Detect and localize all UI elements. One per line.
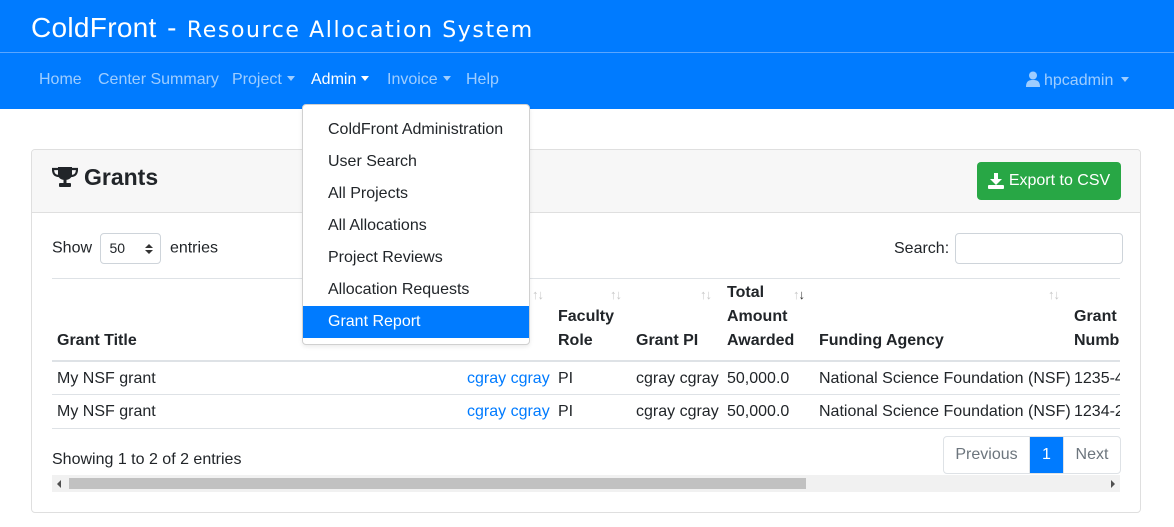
cell-grant-number: 1234-2 bbox=[1074, 403, 1120, 420]
export-csv-button[interactable]: Export to CSV bbox=[977, 162, 1121, 200]
col-header-grant-number[interactable]: Grant Numb bbox=[1074, 305, 1119, 353]
chevron-down-icon bbox=[442, 76, 451, 81]
select-arrows-icon bbox=[145, 244, 154, 254]
cell-pi-link[interactable]: cgray cgray bbox=[467, 370, 550, 388]
col-header-faculty-role-line1: Faculty bbox=[558, 308, 615, 325]
nav-user-menu[interactable]: hpcadmin bbox=[1026, 71, 1130, 90]
menu-item-all-allocations[interactable]: All Allocations bbox=[303, 210, 529, 242]
col-header-grant-number-line2: Numb bbox=[1074, 332, 1120, 349]
col-header-funding-agency[interactable]: Funding Agency bbox=[819, 329, 944, 353]
menu-item-user-search[interactable]: User Search bbox=[303, 146, 529, 178]
nav-home[interactable]: Home bbox=[39, 71, 82, 89]
nav-project[interactable]: Project bbox=[232, 71, 295, 89]
grants-table: Grant Title ↑↓ PI ↑↓ Faculty Role ↑↓ Gra… bbox=[52, 279, 1120, 429]
col-header-total-amount[interactable]: Total Amount Awarded bbox=[727, 281, 794, 353]
previous-page-button[interactable]: Previous bbox=[944, 437, 1030, 473]
cell-grant-title: My NSF grant bbox=[57, 370, 156, 387]
nav-invoice-label: Invoice bbox=[387, 71, 438, 88]
card-header: Grants Export to CSV bbox=[32, 150, 1140, 213]
cell-faculty-role: PI bbox=[558, 403, 574, 420]
cell-agency: National Science Foundation (NSF) bbox=[819, 370, 1071, 387]
search-input[interactable] bbox=[955, 233, 1124, 264]
col-header-total-amount-line3: Awarded bbox=[727, 332, 795, 349]
row-divider bbox=[52, 428, 1120, 429]
cell-faculty-role: PI bbox=[558, 370, 574, 387]
scrollbar-thumb[interactable] bbox=[69, 478, 806, 489]
col-header-faculty-role[interactable]: Faculty Role bbox=[558, 305, 614, 353]
grants-card: Grants Export to CSV Show 50 entries Sea… bbox=[31, 149, 1141, 513]
download-icon bbox=[987, 173, 1004, 189]
nav-help[interactable]: Help bbox=[466, 71, 499, 89]
brand-separator: - bbox=[167, 12, 177, 43]
app-header: ColdFront - Resource Allocation System bbox=[0, 0, 1174, 53]
col-header-grant-pi[interactable]: Grant PI bbox=[636, 329, 698, 353]
export-csv-label: Export to CSV bbox=[1008, 172, 1111, 189]
nav-admin-label: Admin bbox=[311, 71, 357, 88]
sort-icon[interactable]: ↑↓ bbox=[610, 287, 622, 302]
sort-icon[interactable]: ↑↓ bbox=[700, 287, 712, 302]
page-1-button[interactable]: 1 bbox=[1030, 437, 1063, 473]
sort-icon[interactable]: ↑↓ bbox=[1048, 287, 1060, 302]
card-title: Grants bbox=[51, 164, 159, 191]
col-header-grant-number-line1: Grant bbox=[1074, 308, 1117, 325]
cell-amount: 50,000.0 bbox=[727, 370, 790, 387]
cell-grant-title: My NSF grant bbox=[57, 403, 156, 420]
page-length-control: Show 50 entries bbox=[52, 233, 218, 264]
brand-subtitle: Resource Allocation System bbox=[186, 18, 534, 43]
nav-admin[interactable]: Admin bbox=[311, 71, 370, 89]
row-divider bbox=[52, 394, 1120, 395]
table-info: Showing 1 to 2 of 2 entries bbox=[52, 451, 242, 468]
col-header-grant-title[interactable]: Grant Title bbox=[57, 329, 137, 353]
menu-item-grant-report[interactable]: Grant Report bbox=[303, 306, 529, 338]
page-size-select[interactable]: 50 bbox=[100, 233, 162, 264]
chevron-down-icon bbox=[361, 76, 370, 81]
col-header-faculty-role-line2: Role bbox=[558, 332, 593, 349]
brand-name: ColdFront bbox=[31, 12, 157, 43]
cell-amount: 50,000.0 bbox=[727, 403, 790, 420]
scroll-right-icon[interactable] bbox=[1111, 480, 1115, 488]
cell-grant-pi: cgray cgray bbox=[636, 370, 719, 387]
chevron-down-icon bbox=[1121, 77, 1130, 82]
col-header-total-amount-line2: Amount bbox=[727, 308, 788, 325]
table-header-border bbox=[52, 360, 1120, 362]
brand[interactable]: ColdFront - Resource Allocation System bbox=[31, 12, 534, 44]
entries-label: entries bbox=[169, 239, 218, 257]
sort-desc-icon[interactable]: ↑↓ bbox=[793, 287, 805, 302]
trophy-icon bbox=[51, 167, 79, 187]
cell-agency: National Science Foundation (NSF) bbox=[819, 403, 1071, 420]
cell-grant-pi: cgray cgray bbox=[636, 403, 719, 420]
cell-grant-number: 1235-4 bbox=[1074, 370, 1120, 387]
cell-pi-link[interactable]: cgray cgray bbox=[467, 403, 550, 421]
chevron-down-icon bbox=[286, 76, 295, 81]
next-page-button[interactable]: Next bbox=[1063, 437, 1120, 473]
admin-dropdown-menu: ColdFront Administration User Search All… bbox=[302, 104, 530, 345]
user-icon bbox=[1026, 71, 1040, 87]
col-header-total-amount-line1: Total bbox=[727, 284, 765, 301]
menu-item-coldfront-administration[interactable]: ColdFront Administration bbox=[303, 114, 529, 146]
table-search: Search: bbox=[894, 233, 1124, 264]
nav-user-label: hpcadmin bbox=[1044, 72, 1114, 89]
horizontal-scrollbar[interactable] bbox=[52, 475, 1120, 492]
nav-center-summary[interactable]: Center Summary bbox=[98, 71, 219, 89]
show-label: Show bbox=[52, 239, 93, 257]
main-nav: Home Center Summary Project Admin Invoic… bbox=[0, 53, 1174, 109]
pagination: Previous 1 Next bbox=[943, 436, 1121, 474]
nav-project-label: Project bbox=[232, 71, 282, 88]
card-title-text: Grants bbox=[84, 164, 159, 190]
menu-item-project-reviews[interactable]: Project Reviews bbox=[303, 242, 529, 274]
search-label: Search: bbox=[894, 239, 950, 257]
menu-item-allocation-requests[interactable]: Allocation Requests bbox=[303, 274, 529, 306]
nav-invoice[interactable]: Invoice bbox=[387, 71, 451, 89]
page-size-value: 50 bbox=[109, 240, 126, 256]
menu-item-all-projects[interactable]: All Projects bbox=[303, 178, 529, 210]
scroll-left-icon[interactable] bbox=[57, 480, 61, 488]
sort-icon[interactable]: ↑↓ bbox=[532, 287, 544, 302]
